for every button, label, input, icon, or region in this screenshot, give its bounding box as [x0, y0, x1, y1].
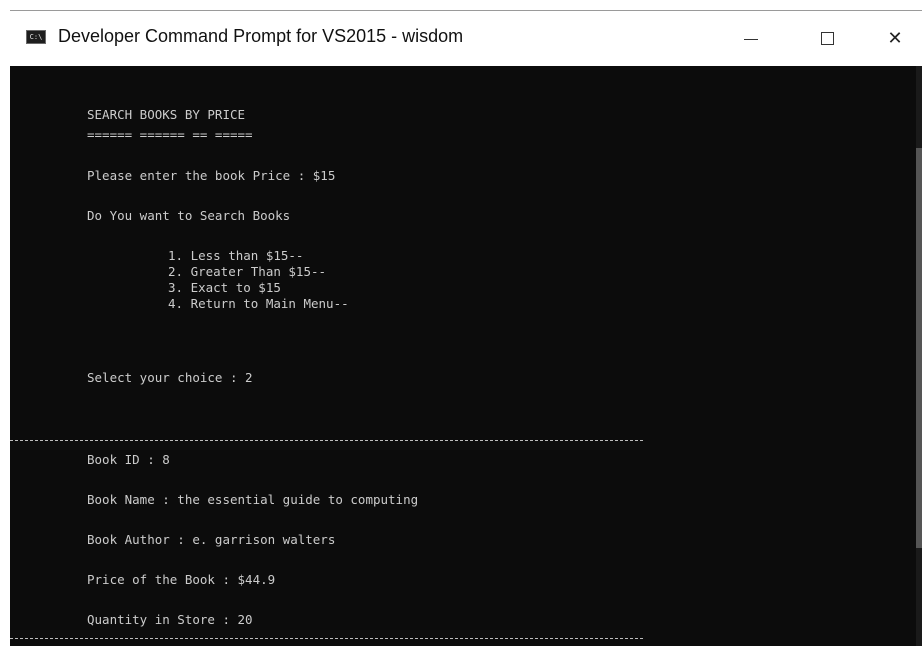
choice-prompt: Select your choice : 2	[87, 370, 253, 385]
result-separator-top	[10, 440, 643, 442]
title-bar[interactable]: C:\ Developer Command Prompt for VS2015 …	[10, 11, 922, 66]
price-prompt: Please enter the book Price : $15	[87, 168, 336, 183]
menu-option: 1. Less than $15--	[168, 248, 304, 263]
maximize-icon	[820, 32, 834, 45]
console-header-underline: ====== ====== == =====	[87, 127, 253, 142]
vertical-scrollbar[interactable]	[916, 66, 922, 646]
maximize-button[interactable]	[800, 11, 854, 66]
close-icon: ✕	[887, 28, 903, 49]
result-book-author: Book Author : e. garrison walters	[87, 532, 336, 547]
console-output[interactable]: SEARCH BOOKS BY PRICE ====== ====== == =…	[10, 66, 922, 646]
close-button[interactable]: ✕	[868, 11, 922, 66]
result-book-id: Book ID : 8	[87, 452, 170, 467]
window-title: Developer Command Prompt for VS2015 - wi…	[58, 26, 464, 46]
minimize-button[interactable]	[724, 11, 778, 66]
menu-option: 2. Greater Than $15--	[168, 264, 327, 279]
result-quantity: Quantity in Store : 20	[87, 612, 253, 627]
console-header: SEARCH BOOKS BY PRICE	[87, 107, 246, 122]
result-separator-bottom	[10, 638, 643, 640]
result-book-price: Price of the Book : $44.9	[87, 572, 276, 587]
menu-option: 4. Return to Main Menu--	[168, 296, 349, 311]
scrollbar-thumb[interactable]	[916, 148, 922, 548]
result-book-name: Book Name : the essential guide to compu…	[87, 492, 419, 507]
cmd-icon[interactable]: C:\	[26, 30, 46, 44]
menu-option: 3. Exact to $15	[168, 280, 281, 295]
minimize-icon	[744, 39, 758, 40]
search-question: Do You want to Search Books	[87, 208, 291, 223]
